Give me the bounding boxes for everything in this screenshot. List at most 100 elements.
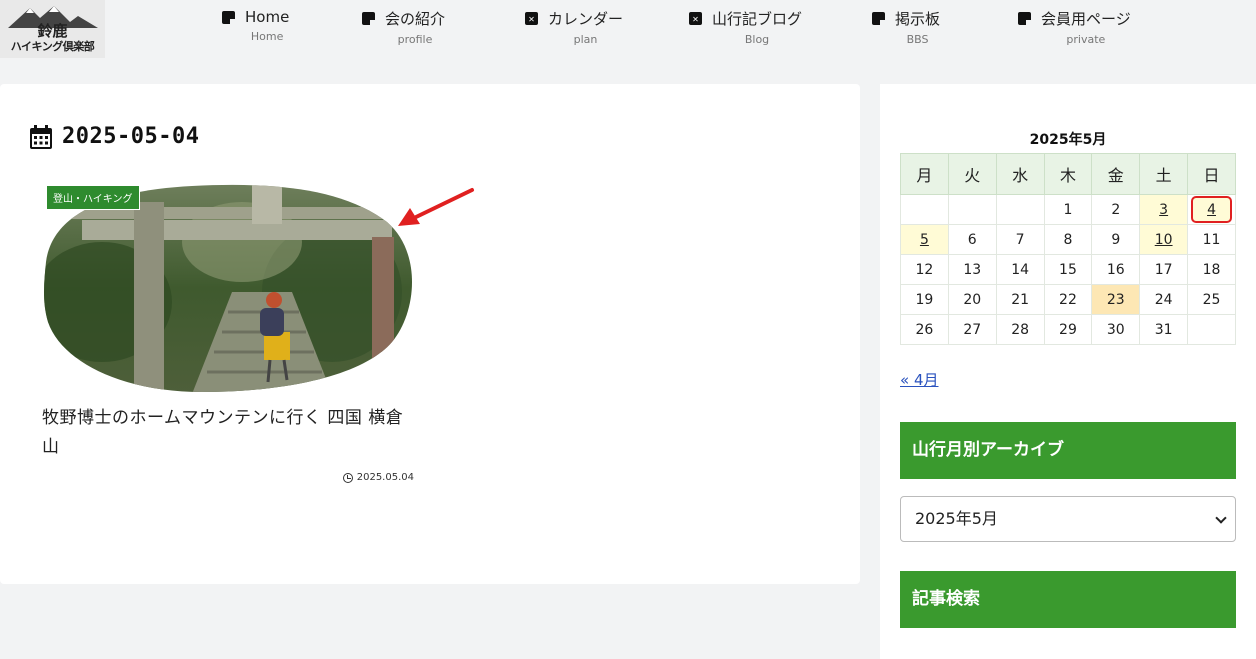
nav-label: 掲示板 [895, 10, 941, 28]
calendar-day: 27 [947, 314, 997, 345]
annotation-arrow-icon [398, 188, 474, 226]
calendar-day-number: 8 [1063, 231, 1073, 248]
calendar-icon [30, 124, 52, 149]
calendar-empty-cell [900, 194, 949, 225]
post-thumbnail[interactable]: 登山・ハイキング [42, 182, 414, 394]
calendar-day-number: 26 [915, 321, 934, 338]
calendar-week-row: 5 6 7 8 9 10 11 [900, 224, 1236, 255]
calendar-day: 13 [947, 254, 997, 285]
weekday-header: 土 [1139, 153, 1189, 195]
calendar-day: 20 [947, 284, 997, 315]
calendar-day: 11 [1187, 224, 1236, 255]
nav-item-home[interactable]: Home Home [222, 8, 289, 43]
nav-item-bbs[interactable]: 掲示板 BBS [872, 8, 940, 46]
calendar-day[interactable]: 5 [900, 224, 949, 255]
calendar-day: 16 [1091, 254, 1141, 285]
main-nav: Home Home 会の紹介 profile カレンダー plan 山行記ブログ… [0, 8, 1256, 54]
select-value: 2025年5月 [915, 509, 998, 528]
calendar-day-number: 2 [1111, 201, 1121, 218]
calendar-day-number: 24 [1154, 291, 1173, 308]
calendar-day: 9 [1091, 224, 1141, 255]
weekday-header: 木 [1043, 153, 1093, 195]
nav-item-private[interactable]: 会員用ページ private [1018, 8, 1131, 46]
post-image [44, 184, 412, 392]
search-widget-title: 記事検索 [900, 571, 1236, 628]
calendar-empty-cell [995, 194, 1045, 225]
note-icon [362, 12, 375, 25]
calendar-day-number: 9 [1111, 231, 1121, 248]
archive-month-select[interactable]: 2025年5月 [900, 496, 1236, 542]
post-title[interactable]: 牧野博士のホームマウンテンに行く 四国 横倉山 [42, 404, 414, 462]
calendar-day-number: 29 [1059, 321, 1077, 338]
calendar-week-row: 1 2 3 4 [900, 194, 1236, 225]
chevron-down-icon [1215, 512, 1227, 524]
calendar-day-number: 15 [1059, 261, 1077, 278]
calendar-day-number: 30 [1106, 321, 1125, 338]
calendar-day: 26 [900, 314, 949, 345]
archive-date-title: 2025-05-04 [62, 124, 200, 149]
calendar-x-icon [689, 12, 702, 25]
calendar-day-number: 31 [1154, 321, 1173, 338]
calendar-day-number: 21 [1011, 291, 1030, 308]
nav-sub: Blog [744, 33, 770, 46]
calendar-day: 30 [1091, 314, 1141, 345]
post-card[interactable]: 登山・ハイキング 牧野博士のホームマウンテンに行く 四国 横倉山 2025.05… [42, 182, 414, 483]
nav-item-blog[interactable]: 山行記ブログ Blog [689, 8, 802, 46]
calendar-x-icon [525, 12, 538, 25]
calendar-day-number: 14 [1011, 261, 1030, 278]
nav-sub: profile [397, 33, 433, 46]
calendar-empty-cell [1187, 314, 1236, 345]
calendar-day-number: 27 [963, 321, 982, 338]
category-badge[interactable]: 登山・ハイキング [46, 185, 140, 210]
calendar-day-number: 7 [1015, 231, 1025, 248]
nav-sub: Home [250, 30, 284, 43]
archive-heading: 2025-05-04 [30, 124, 199, 149]
calendar-day[interactable]: 4 [1187, 194, 1236, 225]
nav-sub: plan [573, 33, 598, 46]
nav-label: Home [245, 8, 290, 26]
calendar-day: 14 [995, 254, 1045, 285]
prev-month-link[interactable]: « 4月 [900, 369, 939, 390]
calendar-day-number: 1 [1063, 201, 1073, 218]
calendar-week-row: 12 13 14 15 16 17 18 [900, 254, 1236, 285]
calendar-day: 25 [1187, 284, 1236, 315]
nav-label: 会員用ページ [1041, 10, 1131, 28]
weekday-header: 月 [900, 153, 949, 195]
nav-item-profile[interactable]: 会の紹介 profile [362, 8, 445, 46]
calendar-day-number: 13 [963, 261, 982, 278]
calendar-day: 1 [1043, 194, 1093, 225]
calendar-day: 29 [1043, 314, 1093, 345]
calendar-week-row: 19 20 21 22 23 24 25 [900, 284, 1236, 315]
calendar-day: 22 [1043, 284, 1093, 315]
calendar-day-number: 5 [919, 231, 929, 248]
calendar-day-number: 23 [1106, 291, 1125, 308]
calendar-day: 12 [900, 254, 949, 285]
nav-label: 会の紹介 [385, 10, 446, 28]
calendar-caption: 2025年5月 [1029, 132, 1107, 148]
calendar-day: 17 [1139, 254, 1189, 285]
weekday-header: 金 [1091, 153, 1141, 195]
calendar-day-number: 25 [1202, 291, 1221, 308]
calendar-day: 15 [1043, 254, 1093, 285]
calendar-day: 6 [947, 224, 997, 255]
calendar-day-number: 19 [915, 291, 934, 308]
weekday-header: 水 [995, 153, 1045, 195]
calendar-day: 8 [1043, 224, 1093, 255]
clock-icon [342, 472, 353, 483]
note-icon [222, 10, 235, 24]
calendar-day-number: 3 [1159, 201, 1169, 218]
calendar-day-number: 18 [1202, 261, 1221, 278]
nav-item-calendar[interactable]: カレンダー plan [525, 8, 623, 46]
calendar-day: 19 [900, 284, 949, 315]
calendar-day[interactable]: 3 [1139, 194, 1189, 225]
calendar-day: 23 [1091, 284, 1141, 315]
main-content: 2025-05-04 登山・ハイキング 牧野博士のホームマウンテンに行く 四国 … [0, 84, 860, 584]
calendar-day: 18 [1187, 254, 1236, 285]
archive-widget-title: 山行月別アーカイブ [900, 422, 1236, 479]
note-icon [872, 12, 885, 25]
weekday-header: 日 [1187, 153, 1236, 195]
calendar-day: 21 [995, 284, 1045, 315]
calendar-day-number: 22 [1059, 291, 1077, 308]
calendar-day[interactable]: 10 [1139, 224, 1189, 255]
calendar-day-number: 6 [967, 231, 977, 248]
